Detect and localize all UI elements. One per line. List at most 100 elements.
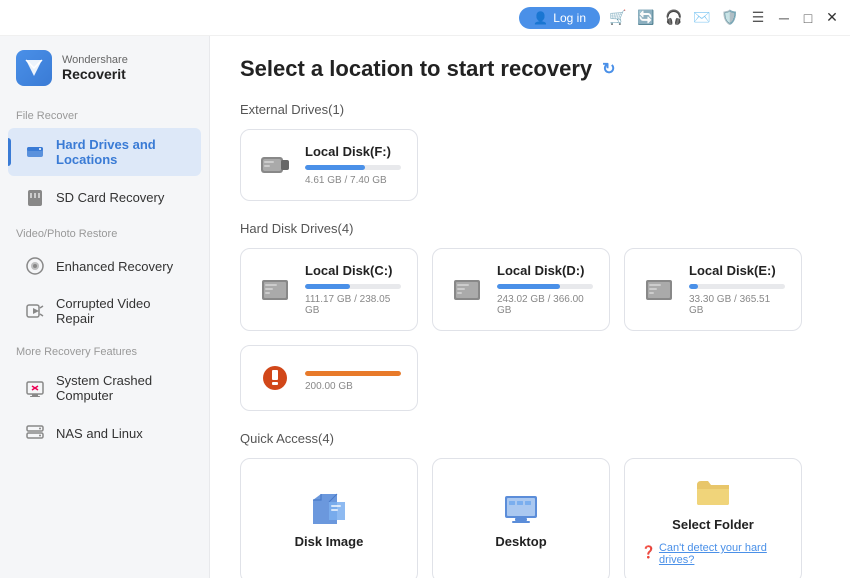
section-label-file-recover: File Recover — [0, 100, 209, 127]
external-drives-row: Local Disk(F:) 4.61 GB / 7.40 GB — [240, 129, 820, 201]
progress-fill-c — [305, 284, 350, 289]
progress-fill-d — [497, 284, 560, 289]
card-size-c: 111.17 GB / 238.05 GB — [305, 294, 401, 316]
sidebar: Wondershare Recoverit File Recover Hard … — [0, 36, 210, 578]
cant-detect-area: ❓ Can't detect your hard drives? — [641, 538, 785, 566]
quick-card-select-folder[interactable]: Select Folder ❓ Can't detect your hard d… — [624, 458, 802, 578]
progress-bg-f — [305, 165, 401, 170]
hdd-icon-d — [449, 272, 485, 308]
card-inner-d: Local Disk(D:) 243.02 GB / 366.00 GB — [449, 263, 593, 316]
hdd-icon-e — [641, 272, 677, 308]
cant-detect-link[interactable]: Can't detect your hard drives? — [659, 542, 785, 566]
disk-image-icon — [309, 492, 349, 526]
hdd-icon-nolabel — [257, 360, 293, 396]
sidebar-item-hard-drives[interactable]: Hard Drives and Locations — [8, 128, 201, 176]
progress-fill-e — [689, 284, 698, 289]
disk-image-label: Disk Image — [295, 534, 364, 549]
card-size-e: 33.30 GB / 365.51 GB — [689, 294, 785, 316]
hdd-icon-c — [257, 272, 293, 308]
maximize-button[interactable]: □ — [800, 10, 816, 26]
page-title: Select a location to start recovery ↻ — [240, 56, 820, 82]
close-button[interactable]: ✕ — [824, 10, 840, 26]
list-icon[interactable]: ☰ — [748, 8, 768, 28]
sidebar-item-nas-linux[interactable]: NAS and Linux — [8, 413, 201, 453]
page-title-text: Select a location to start recovery — [240, 56, 592, 82]
card-info-e: Local Disk(E:) 33.30 GB / 365.51 GB — [689, 263, 785, 316]
system-crashed-label: System Crashed Computer — [56, 373, 185, 403]
sd-card-label: SD Card Recovery — [56, 190, 164, 205]
refresh-icon[interactable]: ↻ — [602, 59, 622, 79]
select-folder-bottom: Select Folder ❓ Can't detect your hard d… — [641, 517, 785, 566]
cart-icon[interactable]: 🛒 — [608, 8, 628, 28]
user-icon: 👤 — [533, 11, 548, 25]
card-inner-e: Local Disk(E:) 33.30 GB / 365.51 GB — [641, 263, 785, 316]
corrupted-video-icon — [24, 300, 46, 322]
progress-bg-d — [497, 284, 593, 289]
titlebar-icons: 👤 Log in 🛒 🔄 🎧 ✉️ 🛡️ ☰ ─ □ ✕ — [519, 7, 840, 29]
logo-area: Wondershare Recoverit — [0, 36, 209, 100]
drive-card-e[interactable]: Local Disk(E:) 33.30 GB / 365.51 GB — [624, 248, 802, 331]
logo-text: Wondershare Recoverit — [62, 54, 128, 82]
progress-bg-e — [689, 284, 785, 289]
folder-icon — [693, 475, 733, 509]
section-label-more-recovery: More Recovery Features — [0, 336, 209, 363]
sd-card-icon — [24, 186, 46, 208]
hard-drives-label: Hard Drives and Locations — [56, 137, 185, 167]
question-icon: ❓ — [641, 545, 656, 559]
logo-product: Recoverit — [62, 66, 128, 82]
logo-icon — [16, 50, 52, 86]
progress-fill-nolabel — [305, 371, 401, 376]
system-crashed-icon — [24, 377, 46, 399]
sidebar-item-system-crashed[interactable]: System Crashed Computer — [8, 364, 201, 412]
sidebar-item-corrupted-video[interactable]: Corrupted Video Repair — [8, 287, 201, 335]
select-folder-label: Select Folder — [672, 517, 754, 532]
quick-access-row: Disk Image Desktop — [240, 458, 820, 578]
drive-card-d[interactable]: Local Disk(D:) 243.02 GB / 366.00 GB — [432, 248, 610, 331]
headset-icon[interactable]: 🎧 — [664, 8, 684, 28]
progress-bg-c — [305, 284, 401, 289]
login-button[interactable]: 👤 Log in — [519, 7, 600, 29]
enhanced-recovery-label: Enhanced Recovery — [56, 259, 173, 274]
external-drives-title: External Drives(1) — [240, 102, 820, 117]
card-info-f: Local Disk(F:) 4.61 GB / 7.40 GB — [305, 144, 401, 186]
titlebar: 👤 Log in 🛒 🔄 🎧 ✉️ 🛡️ ☰ ─ □ ✕ — [0, 0, 850, 36]
quick-access-title: Quick Access(4) — [240, 431, 820, 446]
email-icon[interactable]: ✉️ — [692, 8, 712, 28]
card-info-c: Local Disk(C:) 111.17 GB / 238.05 GB — [305, 263, 401, 316]
drive-card-c[interactable]: Local Disk(C:) 111.17 GB / 238.05 GB — [240, 248, 418, 331]
drive-card-f[interactable]: Local Disk(F:) 4.61 GB / 7.40 GB — [240, 129, 418, 201]
minimize-button[interactable]: ─ — [776, 10, 792, 26]
content-area: Select a location to start recovery ↻ Ex… — [210, 36, 850, 578]
hard-disk-drives-title: Hard Disk Drives(4) — [240, 221, 820, 236]
card-size-f: 4.61 GB / 7.40 GB — [305, 175, 401, 186]
card-name-e: Local Disk(E:) — [689, 263, 785, 278]
card-name-f: Local Disk(F:) — [305, 144, 401, 159]
card-info-d: Local Disk(D:) 243.02 GB / 366.00 GB — [497, 263, 593, 316]
external-drive-icon — [257, 147, 293, 183]
nas-linux-icon — [24, 422, 46, 444]
desktop-icon — [502, 492, 540, 526]
shield-icon[interactable]: 🛡️ — [720, 8, 740, 28]
quick-card-desktop[interactable]: Desktop — [432, 458, 610, 578]
sidebar-item-enhanced-recovery[interactable]: Enhanced Recovery — [8, 246, 201, 286]
rotate-icon[interactable]: 🔄 — [636, 8, 656, 28]
card-info-nolabel: 200.00 GB — [305, 365, 401, 392]
card-size-nolabel: 200.00 GB — [305, 381, 401, 392]
progress-fill-f — [305, 165, 365, 170]
corrupted-video-label: Corrupted Video Repair — [56, 296, 185, 326]
drive-card-nolabel[interactable]: 200.00 GB — [240, 345, 418, 411]
card-inner-f: Local Disk(F:) 4.61 GB / 7.40 GB — [257, 144, 401, 186]
logo-brand: Wondershare — [62, 54, 128, 66]
hard-drives-icon — [24, 141, 46, 163]
card-inner-nolabel: 200.00 GB — [257, 360, 401, 396]
nas-linux-label: NAS and Linux — [56, 426, 143, 441]
enhanced-recovery-icon — [24, 255, 46, 277]
desktop-label: Desktop — [495, 534, 546, 549]
main-layout: Wondershare Recoverit File Recover Hard … — [0, 36, 850, 578]
quick-card-disk-image[interactable]: Disk Image — [240, 458, 418, 578]
hard-disk-drives-row: Local Disk(C:) 111.17 GB / 238.05 GB — [240, 248, 820, 411]
sidebar-item-sd-card[interactable]: SD Card Recovery — [8, 177, 201, 217]
section-label-video-photo: Video/Photo Restore — [0, 218, 209, 245]
card-inner-c: Local Disk(C:) 111.17 GB / 238.05 GB — [257, 263, 401, 316]
progress-bg-nolabel — [305, 371, 401, 376]
